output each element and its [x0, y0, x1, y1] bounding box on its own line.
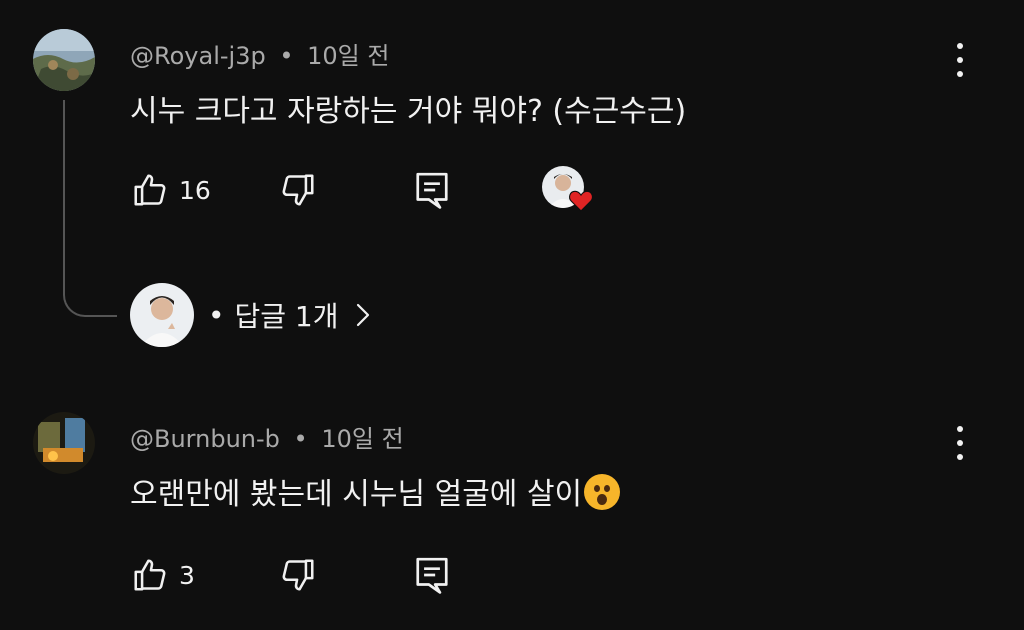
thumbs-up-icon: [131, 556, 169, 594]
comment-meta: @Burnbun-b • 10일 전: [130, 419, 404, 454]
comment-actions: 16: [0, 165, 1024, 215]
reply-comment-icon: [413, 554, 451, 596]
hushed-face-emoji: [584, 474, 621, 510]
comment-actions: 3: [0, 550, 1024, 600]
comment-text: 시누 크다고 자랑하는 거야 뭐야? (수근수근): [130, 94, 687, 129]
view-replies-button[interactable]: • 답글 1개: [130, 283, 371, 347]
comment-text-line: 오랜만에 봤는데 시누님 얼굴에 살이: [130, 469, 621, 513]
comment-time[interactable]: 10일 전: [321, 425, 403, 453]
reply-comment-icon: [413, 169, 451, 211]
like-count: 3: [179, 560, 195, 590]
like-button[interactable]: 16: [131, 165, 211, 215]
thumbs-down-icon: [279, 556, 317, 594]
like-button[interactable]: 3: [131, 550, 195, 600]
comment-text: 오랜만에 봤는데 시누님 얼굴에 살이: [130, 477, 583, 512]
replies-count-label[interactable]: 답글 1개: [235, 295, 339, 335]
meta-separator: •: [279, 42, 294, 70]
dislike-button[interactable]: [279, 165, 317, 215]
replier-avatar: [130, 283, 194, 347]
more-options-button[interactable]: [946, 423, 974, 463]
heart-icon: [568, 188, 594, 212]
reply-thread-line: [63, 100, 117, 317]
like-count: 16: [179, 175, 211, 205]
thumbs-down-icon: [279, 171, 317, 209]
reply-button[interactable]: [413, 550, 451, 600]
author-name[interactable]: @Burnbun-b: [130, 425, 280, 453]
author-avatar[interactable]: [33, 412, 95, 474]
chevron-right-icon: [355, 302, 371, 328]
comment-time[interactable]: 10일 전: [307, 42, 389, 70]
comment-meta: @Royal-j3p • 10일 전: [130, 36, 389, 71]
more-options-button[interactable]: [946, 40, 974, 80]
creator-heart: [542, 165, 593, 215]
thumbs-up-icon: [131, 171, 169, 209]
meta-separator: •: [293, 425, 308, 453]
author-name[interactable]: @Royal-j3p: [130, 42, 266, 70]
replies-separator: •: [208, 298, 225, 332]
author-avatar[interactable]: [33, 29, 95, 91]
dislike-button[interactable]: [279, 550, 317, 600]
reply-button[interactable]: [413, 165, 451, 215]
